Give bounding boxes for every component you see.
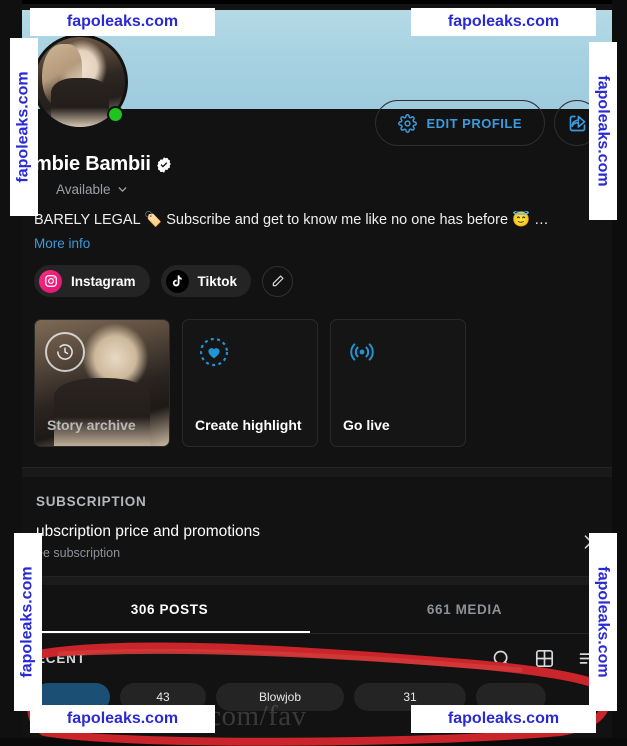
subscription-price-row[interactable]: ubscription price and promotions ee subs… [22,509,612,576]
subscription-price-texts: ubscription price and promotions ee subs… [36,523,260,560]
social-link-instagram[interactable]: Instagram [34,265,150,297]
highlight-heart-icon [197,335,231,369]
watermark-right-vertical: fapoleaks.com [589,42,617,220]
tile-go-live[interactable]: Go live [330,319,466,447]
social-link-instagram-label: Instagram [71,273,136,289]
filter-pill-blowjob[interactable]: Blowjob [216,683,344,711]
social-link-tiktok[interactable]: Tiktok [160,265,252,297]
profile-tiles: Story archive Create highlight Go live [34,319,612,447]
gear-icon [398,113,418,133]
chevron-down-icon [116,183,129,196]
search-icon[interactable] [491,648,512,669]
profile-actions: EDIT PROFILE [375,100,600,146]
story-archive-clock-icon [45,332,85,372]
content-section-label: ECENT [36,651,86,666]
share-icon [567,113,588,134]
watermark-left-vertical: fapoleaks.com [10,38,38,216]
watermark-bottom-left-vertical: fapoleaks.com [14,533,42,711]
tab-active-underline [30,631,310,633]
watermark-bottom-left: fapoleaks.com [30,705,215,733]
profile-bio: BARELY LEGAL 🏷️ Subscribe and get to kno… [34,212,549,228]
subscription-row-title: ubscription price and promotions [36,523,261,540]
watermark-right-vertical-label: fapoleaks.com [595,75,612,187]
content-toolbar: ECENT [22,634,612,679]
section-divider [22,467,612,477]
display-name-row: mbie Bambii [34,153,612,176]
social-links: Instagram Tiktok [34,265,612,297]
watermark-left-vertical-label: fapoleaks.com [15,71,32,183]
watermark-top-right: fapoleaks.com [411,8,596,36]
availability-label: Available [56,182,111,197]
verified-badge-icon [155,156,173,174]
grid-view-icon[interactable] [534,648,555,669]
subscription-row-subtitle: ee subscription [36,546,121,560]
edit-socials-button[interactable] [262,265,294,297]
online-dot-icon [107,106,124,123]
content-toolbar-icons [491,648,598,669]
screenshot-root: EDIT PROFILE mbie Bambii Available BAREL… [0,0,627,746]
subscription-section-title: SUBSCRIPTION [36,494,147,509]
tile-story-archive-label: Story archive [47,416,136,433]
tiktok-icon [165,269,189,293]
watermark-top-left: fapoleaks.com [30,8,215,36]
page-gutter-bottom [0,738,627,746]
tab-media[interactable]: 661 MEDIA [317,585,612,633]
tile-go-live-label: Go live [343,416,390,433]
onlyfans-profile-app: EDIT PROFILE mbie Bambii Available BAREL… [22,4,612,742]
watermark-bottom-right-vertical: fapoleaks.com [589,533,617,711]
tab-posts[interactable]: 306 POSTS [22,585,317,633]
subscription-section: SUBSCRIPTION ubscription price and promo… [22,477,612,576]
avatar[interactable] [32,34,128,130]
instagram-icon [39,269,62,293]
more-info-link[interactable]: More info [34,236,612,251]
section-divider-2 [22,576,612,585]
tile-story-archive[interactable]: Story archive [34,319,170,447]
watermark-bottom-right: fapoleaks.com [411,705,596,733]
profile-tabs: 306 POSTS 661 MEDIA [22,585,612,633]
watermark-bottom-right-vertical-label: fapoleaks.com [595,566,612,678]
availability-row[interactable]: Available [34,182,612,197]
tile-create-highlight[interactable]: Create highlight [182,319,318,447]
watermark-bottom-left-vertical-label: fapoleaks.com [19,566,36,678]
edit-profile-label: EDIT PROFILE [426,115,522,131]
display-name: mbie Bambii [34,153,151,175]
edit-profile-button[interactable]: EDIT PROFILE [375,100,545,146]
tile-create-highlight-label: Create highlight [195,416,302,433]
social-link-tiktok-label: Tiktok [197,273,238,289]
broadcast-icon [345,335,379,369]
pencil-icon [271,274,285,288]
